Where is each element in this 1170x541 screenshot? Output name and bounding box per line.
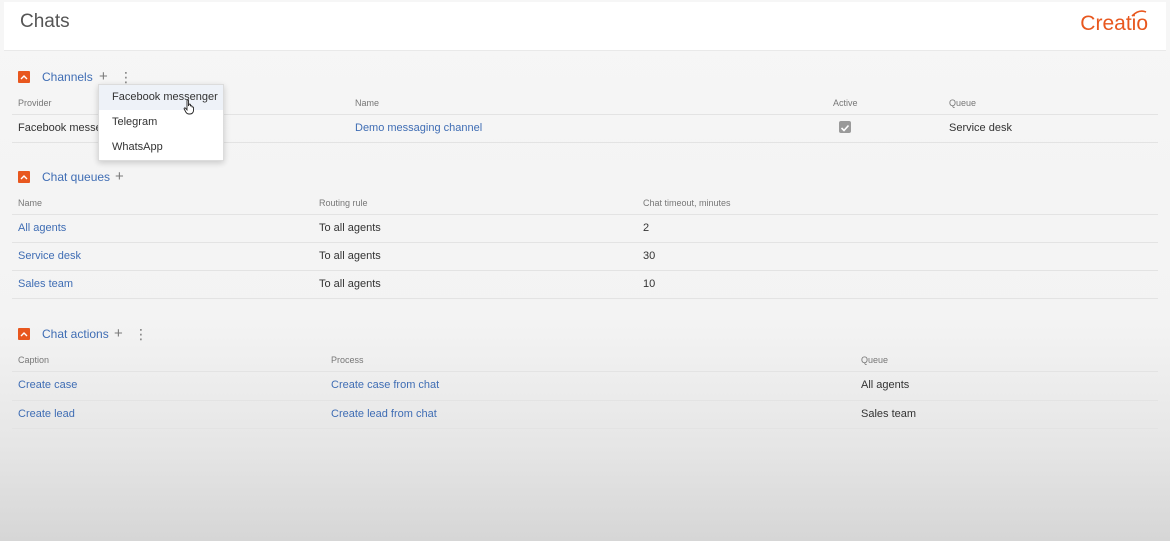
col-routing-rule: Routing rule bbox=[319, 198, 368, 208]
hand-cursor-icon bbox=[183, 99, 194, 115]
add-channel-dropdown: Facebook messenger Telegram WhatsApp bbox=[98, 84, 224, 161]
check-icon bbox=[840, 124, 850, 132]
cell-timeout: 30 bbox=[643, 250, 656, 262]
actions-title: Chat actions bbox=[42, 327, 109, 341]
actions-section: Chat actions + ⋮ Caption Process Queue C… bbox=[12, 323, 1158, 429]
col-provider: Provider bbox=[18, 98, 52, 108]
col-name: Name bbox=[18, 198, 43, 208]
cell-timeout: 10 bbox=[643, 278, 656, 290]
add-queue-plus-icon[interactable]: + bbox=[115, 169, 124, 184]
col-active: Active bbox=[833, 98, 858, 108]
chevron-up-icon bbox=[20, 75, 28, 80]
cell-caption[interactable]: Create case bbox=[18, 379, 77, 391]
cell-queue: Sales team bbox=[861, 408, 917, 420]
cell-queue: All agents bbox=[861, 379, 910, 391]
actions-more-icon[interactable]: ⋮ bbox=[134, 327, 148, 341]
creatio-logo: Creatio bbox=[1080, 12, 1148, 35]
table-row[interactable]: Create lead Create lead from chat Sales … bbox=[12, 400, 1158, 429]
col-caption: Caption bbox=[18, 355, 50, 365]
add-channel-plus-icon[interactable]: + bbox=[99, 69, 108, 84]
actions-header: Chat actions + ⋮ bbox=[12, 323, 1158, 349]
table-row[interactable]: Sales team To all agents 10 bbox=[12, 270, 1158, 299]
cell-queue: Service desk bbox=[949, 122, 1012, 134]
collapse-actions-button[interactable] bbox=[18, 328, 30, 340]
chevron-up-icon bbox=[20, 332, 28, 337]
col-chat-timeout: Chat timeout, minutes bbox=[643, 198, 731, 208]
cell-channel-name[interactable]: Demo messaging channel bbox=[355, 122, 482, 134]
page-title: Chats bbox=[20, 11, 70, 32]
page-header: Chats Creatio bbox=[4, 2, 1166, 51]
queues-section: Chat queues + Name Routing rule Chat tim… bbox=[12, 166, 1158, 299]
col-queue: Queue bbox=[861, 355, 889, 365]
cell-routing-rule: To all agents bbox=[319, 250, 381, 262]
queues-header: Chat queues + bbox=[12, 166, 1158, 192]
cell-queue-name[interactable]: All agents bbox=[18, 222, 66, 234]
channels-more-icon[interactable]: ⋮ bbox=[119, 70, 133, 84]
cell-routing-rule: To all agents bbox=[319, 222, 381, 234]
collapse-queues-button[interactable] bbox=[18, 171, 30, 183]
col-name: Name bbox=[355, 98, 380, 108]
cell-timeout: 2 bbox=[643, 222, 650, 234]
table-row[interactable]: Create case Create case from chat All ag… bbox=[12, 371, 1158, 399]
channels-title: Channels bbox=[42, 70, 93, 84]
cell-provider: Facebook messenger bbox=[18, 122, 100, 134]
col-queue: Queue bbox=[949, 98, 977, 108]
queues-title: Chat queues bbox=[42, 170, 111, 184]
cell-process[interactable]: Create case from chat bbox=[331, 379, 439, 391]
cell-routing-rule: To all agents bbox=[319, 278, 381, 290]
chevron-up-icon bbox=[20, 175, 28, 180]
table-row[interactable]: All agents To all agents 2 bbox=[12, 214, 1158, 242]
table-row[interactable]: Service desk To all agents 30 bbox=[12, 242, 1158, 270]
active-checkbox[interactable] bbox=[839, 121, 851, 133]
cell-queue-name[interactable]: Service desk bbox=[18, 250, 81, 262]
col-process: Process bbox=[331, 355, 364, 365]
cell-process[interactable]: Create lead from chat bbox=[331, 408, 437, 420]
menu-item-telegram[interactable]: Telegram bbox=[99, 110, 223, 135]
cell-queue-name[interactable]: Sales team bbox=[18, 278, 73, 290]
collapse-channels-button[interactable] bbox=[18, 71, 30, 83]
menu-item-whatsapp[interactable]: WhatsApp bbox=[99, 135, 223, 160]
cell-caption[interactable]: Create lead bbox=[18, 408, 75, 420]
menu-item-facebook-messenger[interactable]: Facebook messenger bbox=[99, 85, 223, 110]
add-action-plus-icon[interactable]: + bbox=[114, 326, 123, 341]
